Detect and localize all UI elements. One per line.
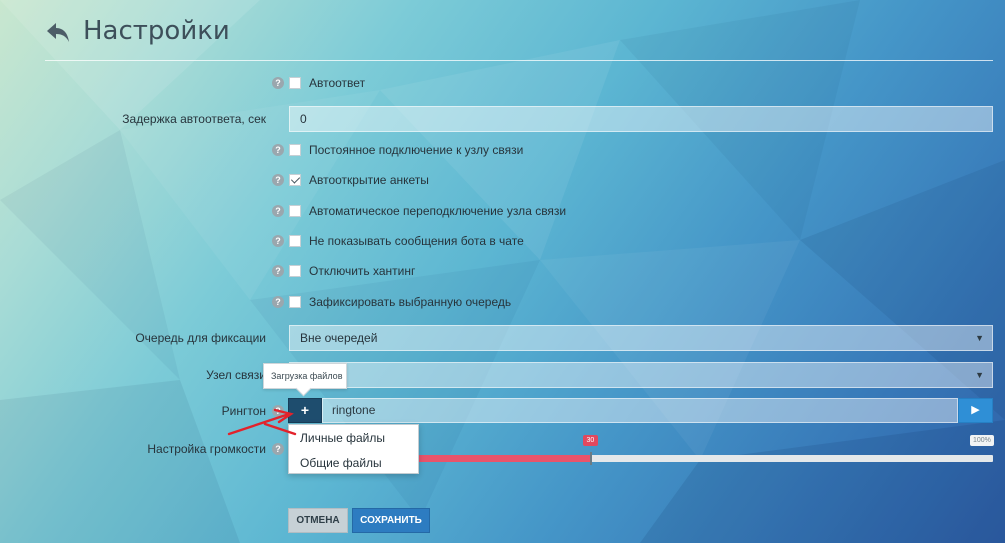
hunting-label: Отключить хантинг (309, 264, 416, 278)
row-hunting: ? Отключить хантинг (0, 259, 1005, 283)
row-fixqueue: ? Зафиксировать выбранную очередь (0, 290, 1005, 314)
autoreply-checkbox[interactable] (289, 77, 301, 89)
volume-slider-handle[interactable] (589, 452, 592, 465)
node-select[interactable]: ▼ (289, 362, 993, 388)
upload-dropdown-menu: Личные файлы Общие файлы (288, 424, 419, 474)
autoreconnect-label: Автоматическое переподключение узла связ… (309, 204, 567, 218)
chevron-down-icon: ▼ (975, 370, 984, 380)
hunting-checkbox[interactable] (289, 265, 301, 277)
row-delay: Задержка автоответа, сек 0 (0, 106, 1005, 132)
help-circle-icon[interactable]: ? (272, 77, 284, 89)
autoreconnect-checkbox[interactable] (289, 205, 301, 217)
row-queue: Очередь для фиксации Вне очередей ▼ (0, 325, 1005, 351)
hidebot-label: Не показывать сообщения бота в чате (309, 234, 524, 248)
help-circle-icon[interactable]: ? (272, 144, 284, 156)
help-circle-icon[interactable]: ? (272, 296, 284, 308)
delay-input[interactable]: 0 (289, 106, 993, 132)
upload-tooltip: Загрузка файлов (263, 363, 347, 389)
help-circle-icon[interactable]: ? (272, 443, 284, 455)
chevron-down-icon: ▼ (975, 333, 984, 343)
fixqueue-checkbox[interactable] (289, 296, 301, 308)
row-autoreply: ? Автоответ (0, 71, 1005, 95)
hidebot-checkbox[interactable] (289, 235, 301, 247)
delay-label: Задержка автоответа, сек (122, 112, 266, 126)
undo-arrow-icon[interactable] (45, 20, 71, 44)
autoreply-label: Автоответ (309, 76, 366, 90)
page-title: Настройки (83, 16, 230, 46)
persistent-checkbox[interactable] (289, 144, 301, 156)
volume-slider-fill (418, 455, 591, 462)
row-autoopen: ? Автооткрытие анкеты (0, 168, 1005, 192)
cancel-button[interactable]: ОТМЕНА (288, 508, 348, 533)
autoopen-label: Автооткрытие анкеты (309, 173, 429, 187)
play-ringtone-button[interactable]: ▶ (958, 398, 993, 423)
help-circle-icon[interactable]: ? (272, 174, 284, 186)
autoopen-checkbox[interactable] (289, 174, 301, 186)
queue-select-value: Вне очередей (300, 331, 378, 345)
queue-select[interactable]: Вне очередей ▼ (289, 325, 993, 351)
help-circle-icon[interactable]: ? (272, 235, 284, 247)
volume-max-badge: 100% (970, 435, 994, 446)
queue-label: Очередь для фиксации (135, 331, 266, 345)
save-button[interactable]: СОХРАНИТЬ (352, 508, 430, 533)
fixqueue-label: Зафиксировать выбранную очередь (309, 295, 512, 309)
row-hidebot: ? Не показывать сообщения бота в чате (0, 229, 1005, 253)
row-persistent: ? Постоянное подключение к узлу связи (0, 138, 1005, 162)
play-icon: ▶ (971, 404, 980, 416)
volume-label: Настройка громкости (147, 442, 266, 456)
persistent-label: Постоянное подключение к узлу связи (309, 143, 524, 157)
annotation-arrow-icon (227, 408, 297, 436)
help-circle-icon[interactable]: ? (272, 205, 284, 217)
page-header: Настройки (45, 14, 993, 61)
row-autoreconnect: ? Автоматическое переподключение узла св… (0, 199, 1005, 223)
help-circle-icon[interactable]: ? (272, 265, 284, 277)
menu-item-personal-files[interactable]: Личные файлы (300, 431, 385, 445)
menu-item-shared-files[interactable]: Общие файлы (300, 456, 382, 470)
volume-value-badge: 30 (582, 435, 599, 446)
row-node: Узел связи ▼ (0, 362, 1005, 388)
ringtone-input[interactable]: ringtone (322, 398, 958, 423)
node-label: Узел связи (206, 368, 266, 382)
